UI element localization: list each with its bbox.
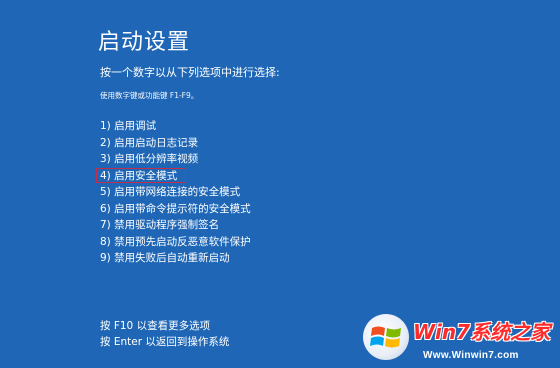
- windows-flag-icon: [370, 326, 401, 348]
- page-title: 启动设置: [98, 30, 191, 55]
- options-list: 1) 启用调试 2) 启用启动日志记录 3) 启用低分辨率视频 4) 启用安全模…: [96, 118, 251, 267]
- windows-logo-icon: [363, 314, 409, 360]
- option-safe-mode[interactable]: 4) 启用安全模式: [96, 167, 251, 185]
- footer-instructions: 按 F10 以查看更多选项 按 Enter 以返回到操作系统: [100, 318, 229, 350]
- instruction-text: 按一个数字以从下列选项中进行选择:: [100, 66, 280, 79]
- option-low-resolution-video[interactable]: 3) 启用低分辨率视频: [100, 151, 251, 168]
- key-hint-text: 使用数字键或功能键 F1-F9。: [100, 91, 199, 100]
- more-options-hint[interactable]: 按 F10 以查看更多选项: [100, 318, 229, 334]
- option-safe-mode-networking[interactable]: 5) 启用带网络连接的安全模式: [100, 184, 251, 201]
- option-disable-auto-restart[interactable]: 9) 禁用失败后自动重新启动: [100, 250, 251, 267]
- watermark: Win7系统之家 Www.Winwin7.com: [357, 310, 560, 368]
- watermark-url: Www.Winwin7.com: [423, 350, 519, 361]
- option-safe-mode-command-prompt[interactable]: 6) 启用带命令提示符的安全模式: [100, 201, 251, 218]
- watermark-brand: Win7系统之家: [413, 320, 551, 344]
- option-boot-logging[interactable]: 2) 启用启动日志记录: [100, 135, 251, 152]
- option-disable-driver-signature[interactable]: 7) 禁用驱动程序强制签名: [100, 217, 251, 234]
- option-debugging[interactable]: 1) 启用调试: [100, 118, 251, 135]
- return-to-os-hint[interactable]: 按 Enter 以返回到操作系统: [100, 334, 229, 350]
- option-disable-early-antimalware[interactable]: 8) 禁用预先启动反恶意软件保护: [100, 234, 251, 251]
